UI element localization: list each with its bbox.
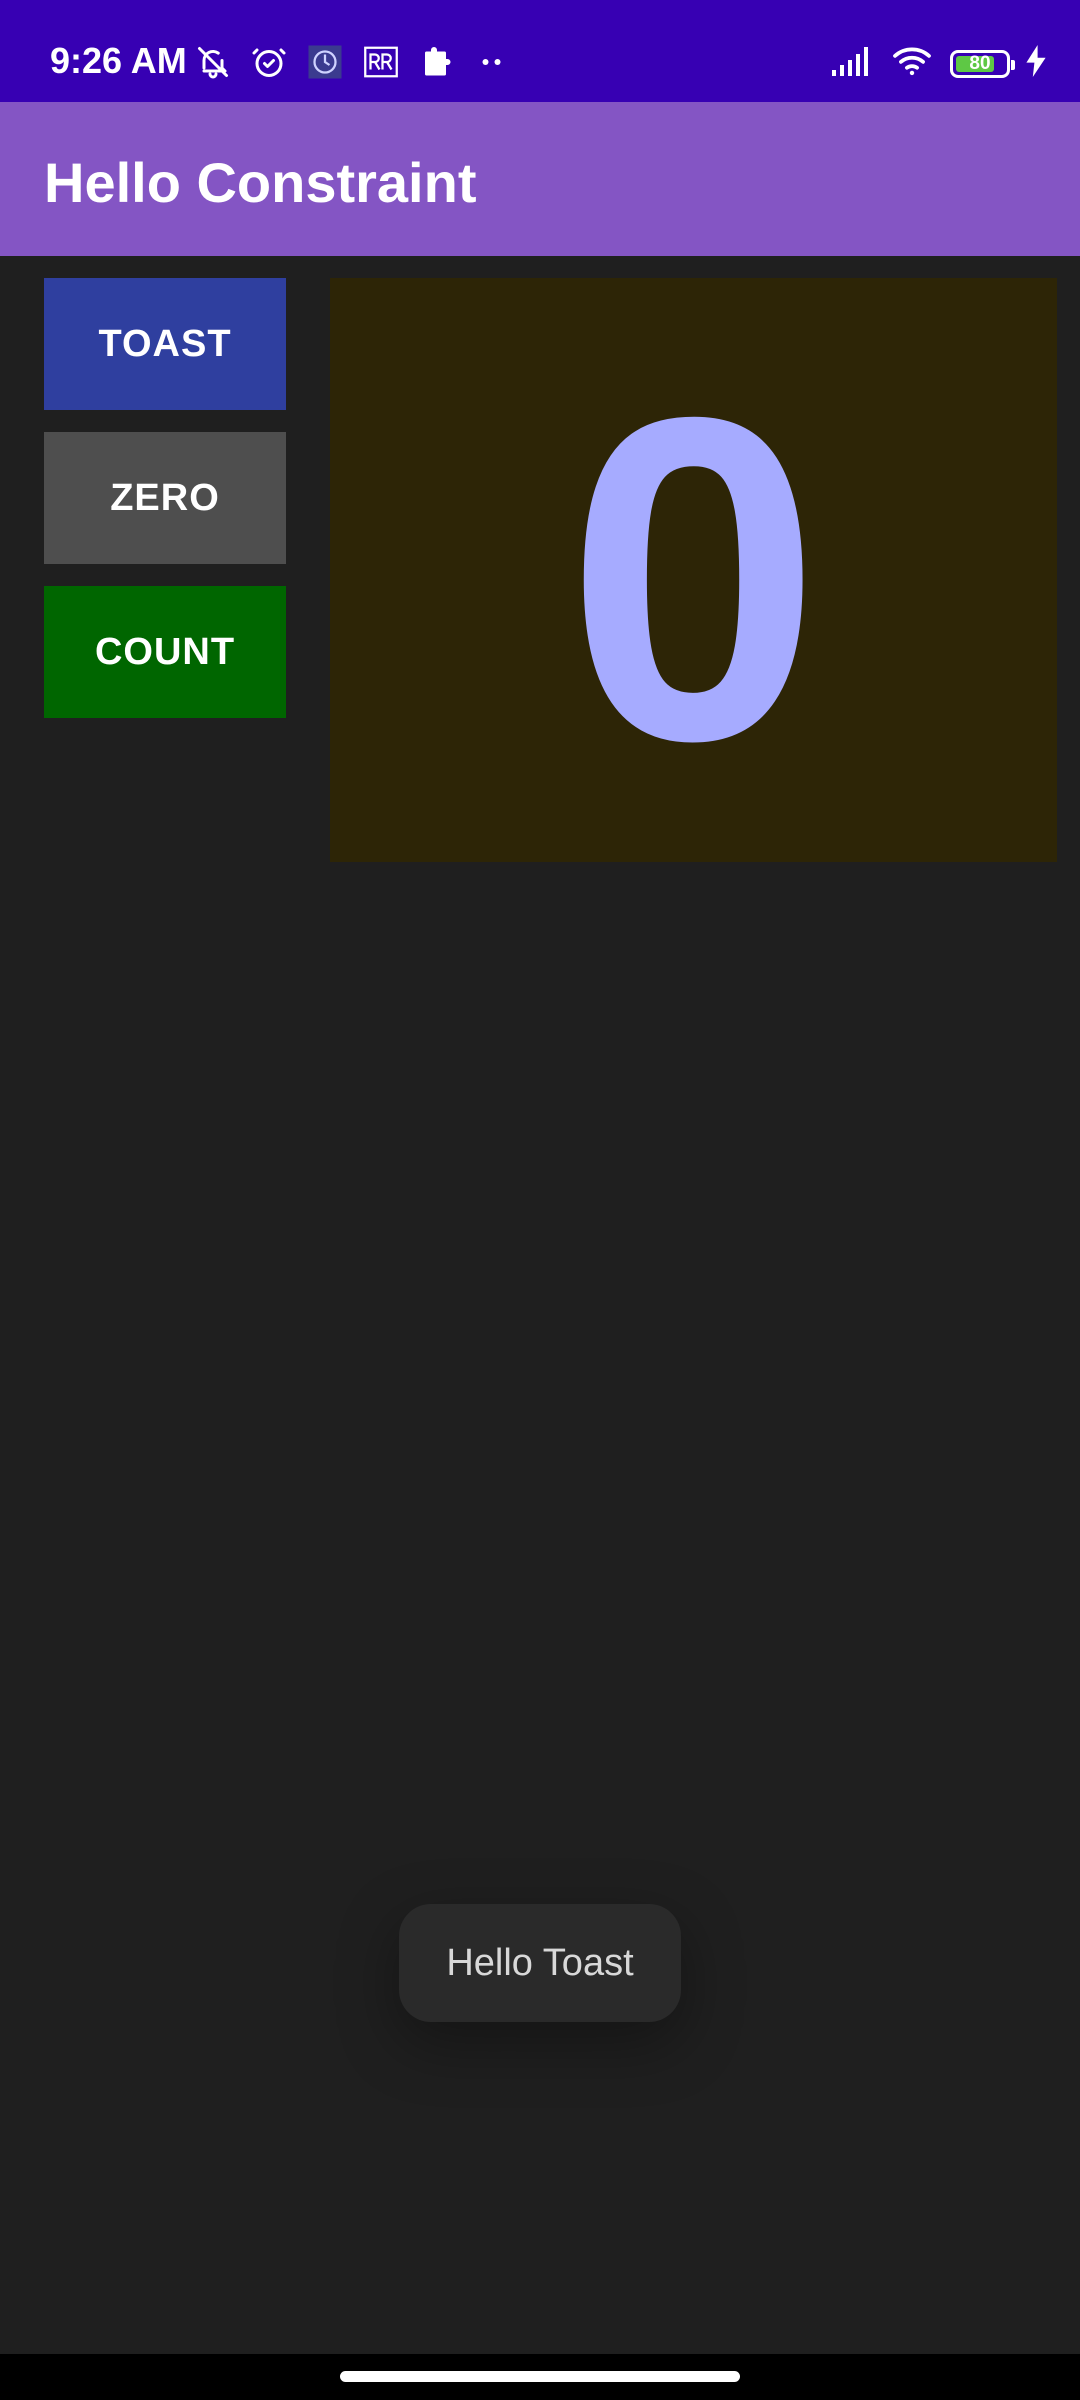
- app-notification-icon: [307, 44, 343, 80]
- more-dots-icon: [475, 44, 511, 80]
- zero-button[interactable]: ZERO: [44, 432, 286, 564]
- charging-icon: [1026, 45, 1046, 82]
- toast-button[interactable]: TOAST: [44, 278, 286, 410]
- status-bar: 9:26 AM 80: [0, 0, 1080, 102]
- alarm-icon: [251, 44, 287, 80]
- rr-app-icon: [363, 44, 399, 80]
- status-time: 9:26 AM: [50, 40, 187, 81]
- battery-level: 80: [969, 53, 991, 74]
- status-notification-icons: [195, 44, 511, 80]
- count-button[interactable]: COUNT: [44, 586, 286, 718]
- app-bar: Hello Constraint: [0, 102, 1080, 256]
- toast-message: Hello Toast: [399, 1904, 681, 2022]
- count-display: 0: [330, 278, 1057, 862]
- bell-off-icon: [195, 44, 231, 80]
- count-value: 0: [565, 323, 822, 836]
- home-gesture-handle[interactable]: [340, 2371, 740, 2382]
- signal-icon: [830, 44, 874, 83]
- puzzle-icon: [419, 44, 455, 80]
- toast-text: Hello Toast: [446, 1941, 634, 1984]
- app-title: Hello Constraint: [44, 151, 477, 214]
- status-system-icons: 80: [830, 44, 1046, 83]
- battery-icon: 80: [950, 49, 1015, 78]
- wifi-icon: [890, 44, 934, 83]
- navigation-bar: [0, 2354, 1080, 2400]
